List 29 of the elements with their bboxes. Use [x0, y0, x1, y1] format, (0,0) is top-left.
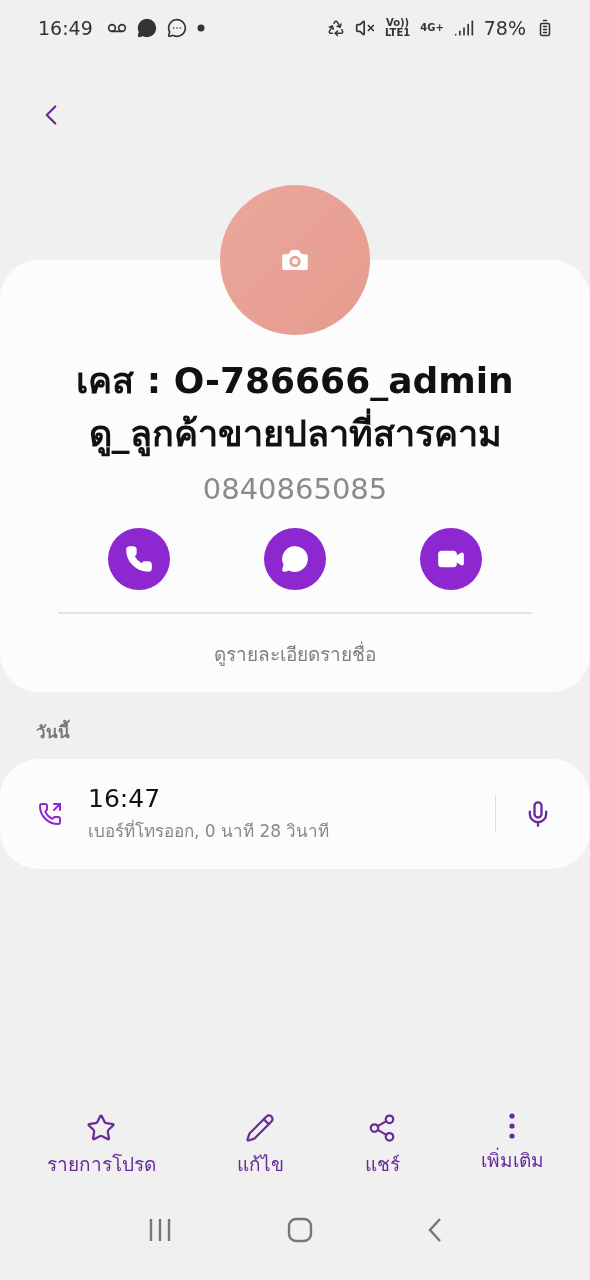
volte-indicator: Vo)) LTE1 [384, 18, 411, 38]
section-heading: วันนี้ [36, 718, 590, 745]
call-log-item[interactable]: 16:47 เบอร์ที่โทรออก, 0 นาที 28 วินาที [0, 759, 590, 869]
details-link[interactable]: ดูรายละเอียดรายชื่อ [208, 638, 382, 670]
contact-name: เคส : O-786666_adminดู_ลูกค้าขายปลาที่สารคาม [75, 354, 515, 460]
call-description: เบอร์ที่โทรออก, 0 นาที 28 วินาที [88, 818, 331, 843]
star-icon [86, 1113, 116, 1143]
toolbar-button[interactable]: รายการโปรด [40, 1112, 162, 1180]
phone-number: 0840865085 [202, 472, 388, 506]
home-icon[interactable] [287, 1217, 313, 1243]
battery-percent: 78% [483, 17, 526, 39]
back-icon[interactable] [427, 1217, 443, 1243]
pencil-icon [245, 1113, 275, 1143]
toolbar-button[interactable]: เพิ่มเติม [474, 1112, 550, 1180]
dot-icon [196, 24, 205, 32]
phone-icon [125, 545, 153, 573]
network-indicator: 4G+ [420, 23, 444, 33]
toolbar-button[interactable]: แก้ไข [230, 1112, 290, 1180]
signal-icon [453, 18, 474, 38]
chat-bubble-icon [281, 545, 309, 573]
status-time: 16:49 [38, 17, 93, 39]
share-icon [367, 1113, 397, 1143]
toolbar-button[interactable]: แชร์ [358, 1112, 406, 1180]
call-time: 16:47 [88, 784, 162, 813]
more-icon [509, 1113, 515, 1139]
chat-icon [166, 18, 187, 38]
mute-icon [354, 18, 375, 38]
call-icon [38, 802, 62, 826]
recent-apps-icon[interactable] [147, 1217, 173, 1243]
